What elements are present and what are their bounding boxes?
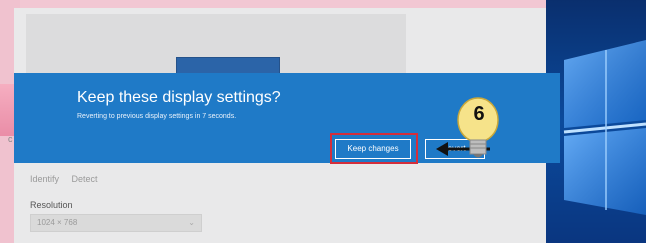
resolution-label: Resolution (30, 200, 73, 210)
windows-desktop (546, 0, 646, 243)
windows-logo-icon (563, 40, 646, 215)
display-arrangement-area (26, 14, 406, 82)
keep-changes-button[interactable]: Keep changes (335, 139, 411, 159)
step-number: 6 (473, 103, 485, 125)
dialog-countdown-text: Reverting to previous display settings i… (77, 113, 237, 120)
detect-link[interactable]: Detect (72, 174, 98, 184)
edge-text: c (8, 134, 13, 144)
resolution-dropdown[interactable]: 1024 × 768 ⌄ (30, 214, 202, 232)
dialog-title: Keep these display settings? (77, 89, 281, 106)
identify-link[interactable]: Identify (30, 174, 59, 184)
resolution-value: 1024 × 768 (37, 218, 78, 227)
chevron-down-icon: ⌄ (188, 218, 195, 227)
display-links: Identify Detect (30, 174, 108, 184)
